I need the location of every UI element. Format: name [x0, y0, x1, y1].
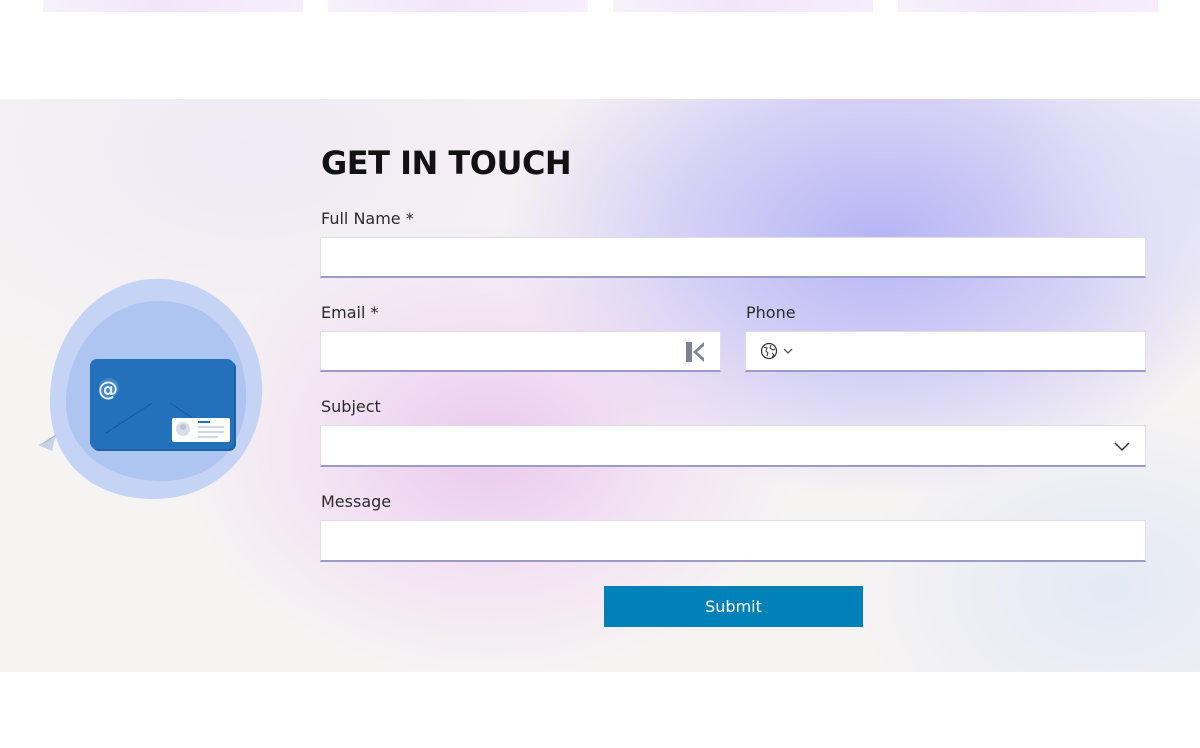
top-card	[328, 0, 588, 12]
phone-label: Phone	[746, 303, 796, 322]
top-card	[613, 0, 873, 12]
message-label: Message	[321, 492, 392, 511]
full-name-label: Full Name *	[321, 209, 414, 228]
email-field[interactable]	[320, 331, 721, 372]
top-card-row	[0, 0, 1200, 14]
email-card-illustration: @	[38, 278, 263, 499]
chevron-down-icon	[783, 348, 793, 354]
phone-input[interactable]	[808, 332, 1145, 370]
top-card	[898, 0, 1158, 12]
top-card	[43, 0, 303, 12]
svg-text:@: @	[98, 377, 118, 401]
password-manager-icon[interactable]	[684, 340, 708, 364]
subject-select[interactable]	[320, 425, 1146, 467]
full-name-input[interactable]	[321, 238, 1145, 276]
subject-label: Subject	[321, 397, 381, 416]
chevron-down-icon[interactable]	[1113, 437, 1131, 455]
email-input[interactable]	[321, 332, 676, 370]
page-title: GET IN TOUCH	[321, 144, 572, 182]
message-field[interactable]	[320, 520, 1146, 562]
full-name-field[interactable]	[320, 237, 1146, 278]
globe-icon	[760, 342, 778, 360]
submit-button[interactable]: Submit	[604, 586, 863, 627]
contact-section: @ GET IN TOUCH Full Name * Email * Phone	[0, 99, 1200, 672]
country-code-selector[interactable]	[760, 342, 794, 360]
message-input[interactable]	[321, 521, 1145, 560]
email-label: Email *	[321, 303, 379, 322]
phone-field[interactable]	[745, 331, 1146, 372]
